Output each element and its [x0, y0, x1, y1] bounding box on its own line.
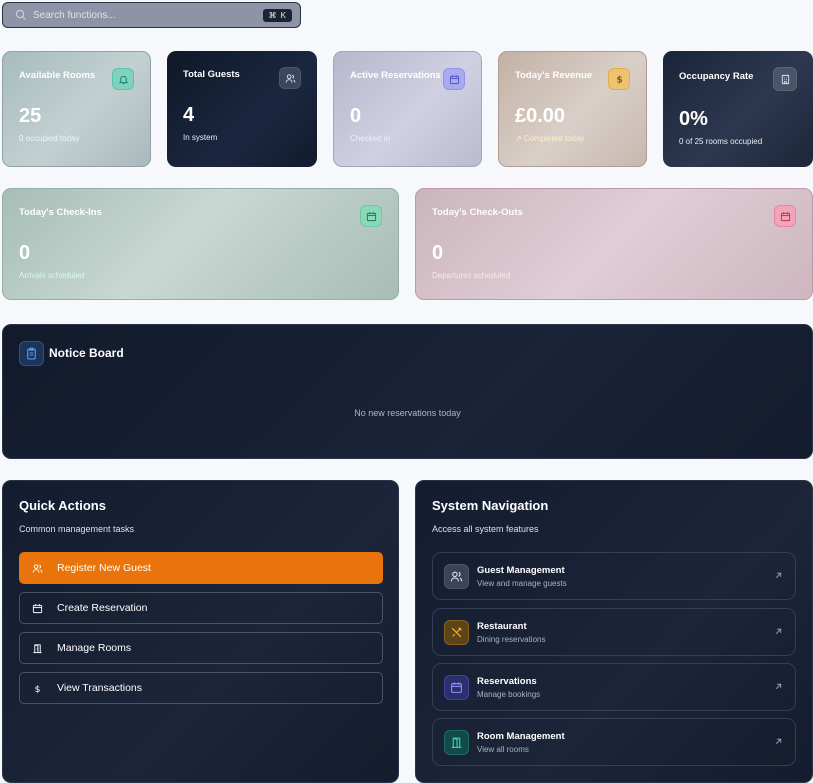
- button-label: Create Reservation: [57, 602, 148, 614]
- card-subtitle: 0 occupied today: [19, 134, 80, 143]
- nav-reservations[interactable]: Reservations Manage bookings: [432, 663, 796, 711]
- nav-item-title: Room Management: [477, 730, 565, 742]
- arrow-up-right-icon: [775, 628, 782, 635]
- card-subtitle: Departures scheduled: [432, 271, 511, 280]
- nav-restaurant[interactable]: Restaurant Dining reservations: [432, 608, 796, 656]
- svg-text:$: $: [35, 684, 41, 694]
- clipboard-icon: [19, 341, 44, 366]
- nav-room-management[interactable]: Room Management View all rooms: [432, 718, 796, 766]
- button-label: View Transactions: [57, 682, 143, 694]
- arrow-up-right-icon: [775, 738, 782, 745]
- card-value: 25: [19, 105, 42, 127]
- card-value: 4: [183, 104, 195, 126]
- search-bar[interactable]: Search functions... ⌘ K: [2, 2, 301, 28]
- occupancy-rate-card: Occupancy Rate 0% 0 of 25 rooms occupied: [663, 51, 813, 167]
- card-subtitle: 0 of 25 rooms occupied: [679, 137, 763, 146]
- calendar-icon: [360, 205, 382, 227]
- todays-revenue-card: Today's Revenue £0.00 ↗ Completed today …: [498, 51, 647, 167]
- door-icon: [444, 729, 469, 755]
- nav-item-subtitle: View all rooms: [477, 744, 529, 754]
- card-subtitle: Checked in: [350, 134, 391, 143]
- calendar-icon: [774, 205, 796, 227]
- total-guests-card: Total Guests 4 In system: [167, 51, 317, 167]
- building-icon: [773, 67, 797, 91]
- dollar-icon: $: [608, 68, 630, 90]
- arrow-up-right-icon: [775, 572, 782, 579]
- calendar-icon: [32, 603, 43, 613]
- shortcut-badge: ⌘ K: [263, 8, 292, 22]
- checkouts-card: Today's Check-Outs 0 Departures schedule…: [415, 188, 813, 300]
- panel-title: System Navigation: [432, 498, 549, 513]
- active-reservations-card: Active Reservations 0 Checked in: [333, 51, 482, 167]
- notice-board-title: Notice Board: [49, 346, 124, 360]
- search-input[interactable]: Search functions...: [33, 10, 263, 21]
- arrow-up-right-icon: [775, 683, 782, 690]
- card-value: 0: [350, 105, 362, 127]
- nav-item-subtitle: View and manage guests: [477, 578, 567, 588]
- calendar-icon: [444, 674, 469, 700]
- nav-item-title: Reservations: [477, 675, 537, 687]
- panel-title: Quick Actions: [19, 498, 106, 513]
- notice-empty-message: No new reservations today: [354, 408, 461, 418]
- card-value: 0%: [679, 108, 708, 130]
- card-value: 0: [432, 242, 444, 264]
- calendar-icon: [443, 68, 465, 90]
- register-new-guest-button[interactable]: Register New Guest: [19, 552, 383, 584]
- nav-item-subtitle: Dining reservations: [477, 634, 546, 644]
- card-title: Today's Check-Outs: [432, 207, 523, 218]
- card-title: Today's Check-Ins: [19, 207, 102, 218]
- panel-subtitle: Common management tasks: [19, 524, 135, 534]
- card-subtitle: In system: [183, 133, 218, 142]
- card-value: 0: [19, 242, 31, 264]
- nav-item-subtitle: Manage bookings: [477, 689, 541, 699]
- nav-item-title: Restaurant: [477, 620, 527, 632]
- nav-item-title: Guest Management: [477, 564, 565, 576]
- nav-guest-management[interactable]: Guest Management View and manage guests: [432, 552, 796, 600]
- users-icon: [444, 563, 469, 589]
- manage-rooms-button[interactable]: Manage Rooms: [19, 632, 383, 664]
- utensils-icon: [444, 619, 469, 645]
- button-label: Register New Guest: [57, 562, 151, 574]
- button-label: Manage Rooms: [57, 642, 132, 654]
- bell-icon: [112, 68, 134, 90]
- users-icon: [279, 67, 301, 89]
- search-icon: [15, 9, 26, 20]
- card-subtitle: Arrivals scheduled: [19, 271, 85, 280]
- checkins-card: Today's Check-Ins 0 Arrivals scheduled: [2, 188, 399, 300]
- available-rooms-card: Available Rooms 25 0 occupied today: [2, 51, 151, 167]
- card-value: £0.00: [515, 105, 566, 127]
- dollar-icon: $: [35, 684, 41, 694]
- view-transactions-button[interactable]: $ View Transactions: [19, 672, 383, 704]
- quick-actions-panel: Quick Actions Common management tasks Re…: [2, 480, 399, 783]
- create-reservation-button[interactable]: Create Reservation: [19, 592, 383, 624]
- card-subtitle: ↗ Completed today: [515, 134, 585, 143]
- users-icon: [32, 563, 43, 573]
- door-icon: [33, 643, 42, 653]
- svg-text:$: $: [616, 74, 622, 84]
- panel-subtitle: Access all system features: [432, 524, 539, 534]
- notice-board: Notice Board No new reservations today: [2, 324, 813, 459]
- system-navigation-panel: System Navigation Access all system feat…: [415, 480, 813, 783]
